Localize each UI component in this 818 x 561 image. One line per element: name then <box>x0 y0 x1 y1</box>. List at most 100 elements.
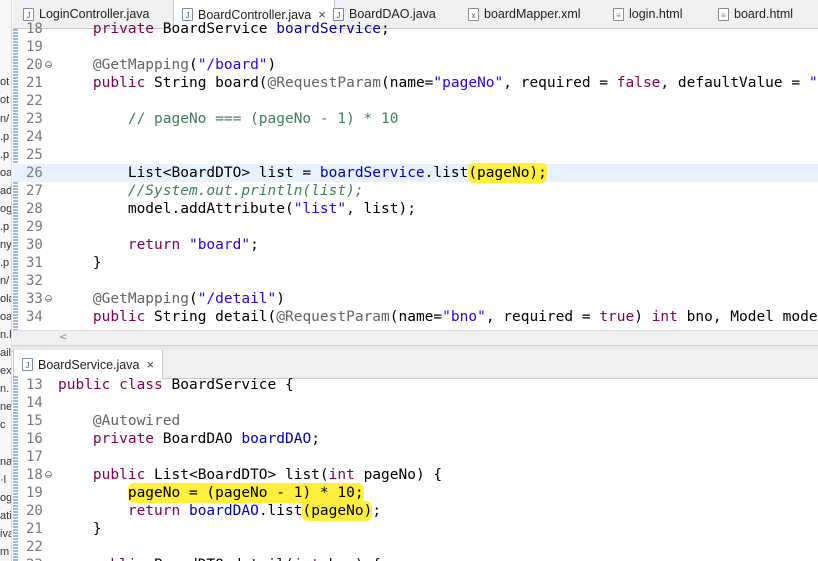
code-line[interactable]: 20− @GetMapping("/board") <box>13 56 818 74</box>
code-text: } <box>58 521 102 537</box>
code-line[interactable]: 21 } <box>13 520 818 538</box>
explorer-item-fragment[interactable]: ot <box>0 76 9 89</box>
code-line[interactable]: 22 <box>13 92 818 110</box>
explorer-item-fragment[interactable]: na <box>0 456 11 469</box>
line-number: 18 <box>26 21 43 37</box>
code-line[interactable]: 29 <box>13 218 818 236</box>
bottom-tab-bar: J BoardService.java × <box>13 350 818 379</box>
code-line[interactable]: 34 public String detail(@RequestParam(na… <box>13 308 818 326</box>
code-text: public class BoardService { <box>58 377 294 393</box>
explorer-item-fragment[interactable]: n.h <box>0 329 11 342</box>
code-line[interactable]: 31 } <box>13 254 818 272</box>
line-number: 30 <box>26 237 43 253</box>
scroll-left-icon[interactable]: < <box>59 331 67 345</box>
explorer-item-fragment[interactable]: .p <box>0 131 9 144</box>
code-line[interactable]: 33− @GetMapping("/detail") <box>13 290 818 308</box>
code-text: model.addAttribute("list", list); <box>58 201 416 217</box>
code-line[interactable]: 20 return boardDAO.list(pageNo); <box>13 501 818 521</box>
explorer-item-fragment[interactable]: .p <box>0 221 9 234</box>
line-number: 16 <box>26 431 43 447</box>
explorer-item-fragment[interactable]: og <box>0 492 11 505</box>
code-line[interactable]: 15 @Autowired <box>13 412 818 430</box>
explorer-item-fragment[interactable]: iva <box>0 528 11 541</box>
fold-toggle-icon[interactable]: − <box>45 61 52 70</box>
code-line[interactable]: 27 //System.out.println(list); <box>13 182 818 200</box>
code-text: List<BoardDTO> list = boardService.list(… <box>58 163 547 183</box>
code-line[interactable]: 26 List<BoardDTO> list = boardService.li… <box>13 163 818 183</box>
code-line[interactable]: 19 <box>13 38 818 56</box>
fold-toggle-icon[interactable]: − <box>45 471 52 480</box>
line-number: 14 <box>26 395 43 411</box>
line-number: 24 <box>26 129 43 145</box>
line-number: 21 <box>26 75 43 91</box>
horizontal-scrollbar[interactable]: < <box>13 330 818 345</box>
explorer-item-fragment[interactable]: ·l <box>0 474 6 487</box>
code-text: pageNo = (pageNo - 1) * 10; <box>127 483 364 503</box>
code-line[interactable]: 17 <box>13 448 818 466</box>
code-line[interactable]: 21 public String board(@RequestParam(nam… <box>13 74 818 92</box>
tab-label: LoginController.java <box>39 7 150 21</box>
board-controller-editor[interactable]: 18 private BoardService boardService; 19 2… <box>13 21 818 331</box>
explorer-item-fragment[interactable]: oa <box>0 311 11 324</box>
code-text: //System.out.println(list); <box>58 183 364 199</box>
line-number: 19 <box>26 39 43 55</box>
line-number: 23 <box>26 556 56 561</box>
code-text: @GetMapping("/board") <box>92 57 277 73</box>
explorer-item-fragment[interactable]: ail <box>0 347 11 360</box>
tab-board-service[interactable]: J BoardService.java × <box>13 350 164 379</box>
code-line[interactable]: 22 <box>13 538 818 556</box>
code-line[interactable]: 23 public BoardDTO detail(int bno) { <box>13 556 818 561</box>
explorer-item-fragment[interactable]: ex <box>0 365 11 378</box>
explorer-item-fragment[interactable]: ne <box>0 401 11 414</box>
code-line[interactable]: 24 <box>13 128 818 146</box>
explorer-item-fragment[interactable]: n. <box>0 383 9 396</box>
xml-file-icon: x <box>468 7 479 21</box>
code-line[interactable]: 23 // pageNo === (pageNo - 1) * 10 <box>13 110 818 128</box>
code-line[interactable]: 18 private BoardService boardService; <box>13 20 818 38</box>
code-line[interactable]: 28 model.addAttribute("list", list); <box>13 200 818 218</box>
html-file-icon: ≡ <box>613 7 624 21</box>
tab-label: board.html <box>734 7 794 21</box>
code-text: @Autowired <box>92 413 181 429</box>
explorer-item-fragment[interactable]: ot <box>0 94 9 107</box>
close-icon[interactable]: × <box>146 357 154 372</box>
tab-label: BoardDAO.java <box>349 7 436 21</box>
code-line[interactable]: 32 <box>13 272 818 290</box>
line-number: 23 <box>26 111 43 127</box>
explorer-item-fragment[interactable]: n/ <box>0 275 9 288</box>
explorer-item-fragment[interactable]: n/ <box>0 113 9 126</box>
explorer-item-fragment[interactable]: oa <box>0 167 11 180</box>
tab-label: boardMapper.xml <box>484 7 581 21</box>
fold-toggle-icon[interactable]: − <box>45 295 52 304</box>
line-number: 22 <box>26 539 43 555</box>
explorer-item-fragment[interactable]: ola <box>0 293 11 306</box>
explorer-item-fragment[interactable]: ad <box>0 185 11 198</box>
board-service-editor[interactable]: 13 public class BoardService { 14 15 @Autow… <box>13 376 818 561</box>
line-number: 31 <box>26 255 43 271</box>
code-line[interactable]: 30 return "board"; <box>13 236 818 254</box>
line-number: 22 <box>26 93 43 109</box>
explorer-item-fragment[interactable]: .p <box>0 257 9 270</box>
code-line[interactable]: 19 pageNo = (pageNo - 1) * 10; <box>13 483 818 503</box>
code-line[interactable]: 16 private BoardDAO boardDAO; <box>13 430 818 448</box>
explorer-item-fragment[interactable]: og <box>0 203 11 216</box>
line-number: 19 <box>26 485 43 501</box>
tab-label: login.html <box>629 7 683 21</box>
explorer-item-fragment[interactable]: ati <box>0 510 11 523</box>
code-line[interactable]: 13 public class BoardService { <box>13 376 818 394</box>
line-number: 34 <box>26 309 43 325</box>
code-line[interactable]: 14 <box>13 394 818 412</box>
explorer-item-fragment[interactable]: m <box>0 546 9 559</box>
explorer-item-fragment[interactable]: c <box>0 419 6 432</box>
code-line[interactable]: 25 <box>13 146 818 164</box>
line-number: 28 <box>26 201 43 217</box>
package-explorer-strip: ot ot n/ .p .p oa ad og .p ny .p n/ola oa n.h ail ex n. n… <box>0 0 12 561</box>
line-number: 13 <box>26 377 43 393</box>
code-text: public BoardDTO detail(int bno) { <box>58 556 381 561</box>
code-line[interactable]: 18− public List<BoardDTO> list(int pageN… <box>13 466 818 484</box>
explorer-item-fragment[interactable]: ny <box>0 239 11 252</box>
explorer-item-fragment[interactable]: .p <box>0 149 9 162</box>
bottom-editor-pane: J BoardService.java × 13 public class Boa… <box>13 350 818 561</box>
line-number: 20 <box>26 503 43 519</box>
code-text: private BoardService boardService; <box>92 21 390 37</box>
